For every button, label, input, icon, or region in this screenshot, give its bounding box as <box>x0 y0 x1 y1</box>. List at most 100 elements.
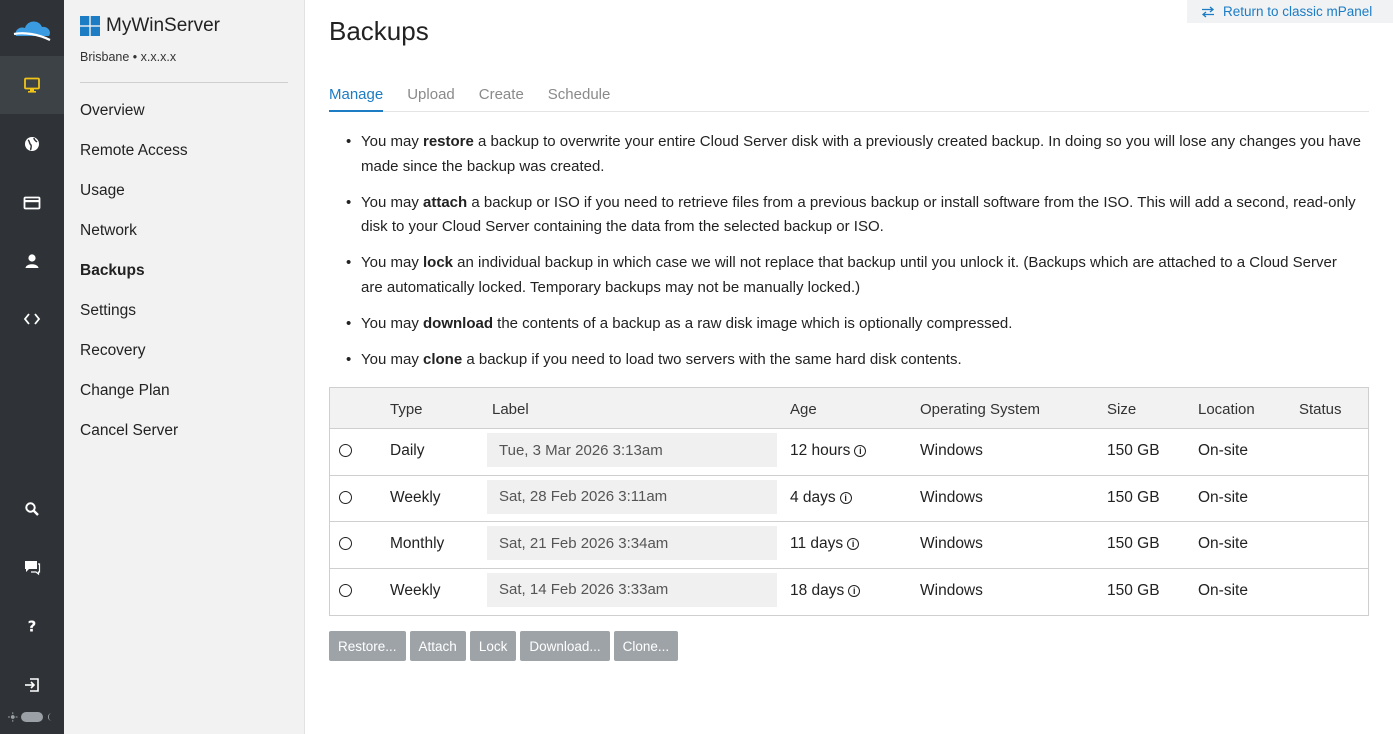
cell-os: Windows <box>920 581 983 599</box>
lock-button[interactable]: Lock <box>469 631 517 661</box>
svg-text:?: ? <box>28 618 37 636</box>
rail-search-button[interactable] <box>0 480 64 538</box>
header-type: Type <box>390 401 423 418</box>
row-select-radio[interactable] <box>339 444 352 457</box>
info-icon[interactable]: i <box>854 445 867 457</box>
toggle-track <box>20 712 44 722</box>
backup-actions: Restore... Attach Lock Download... Clone… <box>329 631 679 661</box>
table-row[interactable]: Daily Tue, 3 Mar 2026 3:13am 12 hours i W… <box>330 429 1368 476</box>
backups-table: Type Label Age Operating System Size Loc… <box>329 387 1369 616</box>
tab-manage[interactable]: Manage <box>329 86 384 112</box>
cell-size: 150 GB <box>1107 442 1160 459</box>
info-item-attach: You may attach a backup or ISO if you ne… <box>346 191 1361 240</box>
clone-button[interactable]: Clone... <box>613 631 679 661</box>
swap-arrows-icon <box>1201 6 1215 17</box>
rail-help-button[interactable]: ? <box>0 597 64 655</box>
nav-item-backups[interactable]: Backups <box>80 261 188 301</box>
cell-size: 150 GB <box>1107 581 1160 599</box>
cell-size: 150 GB <box>1107 535 1160 552</box>
cell-type: Daily <box>390 442 425 459</box>
page-title: Backups <box>329 16 429 46</box>
info-icon[interactable]: i <box>839 491 852 504</box>
nav-item-usage[interactable]: Usage <box>80 181 188 221</box>
nav-item-cancel-server[interactable]: Cancel Server <box>80 421 188 461</box>
backup-label-input[interactable]: Tue, 3 Mar 2026 3:13am <box>487 433 777 467</box>
row-select-radio[interactable] <box>339 490 352 504</box>
moon-icon <box>48 713 53 721</box>
table-row[interactable]: Monthly Sat, 21 Feb 2026 3:34am 11 days i… <box>330 522 1368 569</box>
theme-toggle[interactable] <box>8 710 56 724</box>
nav-item-change-plan[interactable]: Change Plan <box>80 381 188 421</box>
cell-location: On-site <box>1198 442 1248 459</box>
info-item-lock: You may lock an individual backup in whi… <box>346 251 1361 300</box>
cell-age: 4 days i <box>790 489 852 507</box>
cell-age: 12 hours i <box>790 442 867 460</box>
help-icon: ? <box>28 618 37 636</box>
cloud-logo-icon[interactable] <box>12 14 52 42</box>
table-row[interactable]: Weekly Sat, 28 Feb 2026 3:11am 4 days i W… <box>330 476 1368 522</box>
nav-item-network[interactable]: Network <box>80 221 188 261</box>
info-item-download: You may download the contents of a backu… <box>346 312 1361 337</box>
tab-create[interactable]: Create <box>479 86 524 112</box>
server-location: Brisbane • x.x.x.x <box>80 50 177 64</box>
header-age: Age <box>790 401 817 418</box>
nav-item-recovery[interactable]: Recovery <box>80 341 188 381</box>
cell-type: Weekly <box>390 488 441 506</box>
cell-os: Windows <box>920 442 983 459</box>
rail-developer-button[interactable] <box>0 290 64 348</box>
cell-os: Windows <box>920 535 983 552</box>
header-os: Operating System <box>920 401 1041 418</box>
header-status: Status <box>1299 401 1342 418</box>
monitor-icon <box>24 77 40 93</box>
backup-label-input[interactable]: Sat, 21 Feb 2026 3:34am <box>487 526 777 560</box>
rail-servers-button[interactable] <box>0 56 64 114</box>
sidebar-divider <box>80 82 288 83</box>
cell-type: Weekly <box>390 581 441 599</box>
backup-label-input[interactable]: Sat, 28 Feb 2026 3:11am <box>487 479 777 514</box>
info-icon[interactable]: i <box>848 584 861 597</box>
cell-age: 18 days i <box>790 582 861 600</box>
sun-icon <box>8 712 18 722</box>
server-header: MyWinServer <box>80 15 220 37</box>
attach-button[interactable]: Attach <box>409 631 466 661</box>
nav-item-overview[interactable]: Overview <box>80 101 188 141</box>
tab-upload[interactable]: Upload <box>407 86 455 112</box>
backup-tabs: Manage Upload Create Schedule <box>329 86 1369 112</box>
return-classic-link[interactable]: Return to classic mPanel <box>1187 0 1393 23</box>
row-select-radio[interactable] <box>339 537 352 550</box>
cell-type: Monthly <box>390 535 445 552</box>
nav-item-remote-access[interactable]: Remote Access <box>80 141 188 181</box>
cell-location: On-site <box>1198 581 1248 599</box>
rail-chat-button[interactable] <box>0 538 64 596</box>
rail-domains-button[interactable] <box>0 115 64 173</box>
cell-location: On-site <box>1198 488 1248 506</box>
rail-billing-button[interactable] <box>0 174 64 232</box>
cell-os: Windows <box>920 488 983 506</box>
server-sidebar: MyWinServer Brisbane • x.x.x.x Overview … <box>64 0 305 734</box>
rail-logout-button[interactable] <box>0 656 64 714</box>
rail-account-button[interactable] <box>0 232 64 290</box>
logout-icon <box>25 678 39 692</box>
code-icon <box>23 313 41 325</box>
header-size: Size <box>1107 401 1137 418</box>
tab-schedule[interactable]: Schedule <box>548 86 611 112</box>
table-row[interactable]: Weekly Sat, 14 Feb 2026 3:33am 18 days i … <box>330 569 1368 616</box>
info-icon[interactable]: i <box>847 538 860 550</box>
backup-info-list: You may restore a backup to overwrite yo… <box>346 130 1361 384</box>
nav-item-settings[interactable]: Settings <box>80 301 188 341</box>
globe-icon <box>25 137 39 151</box>
download-button[interactable]: Download... <box>520 631 610 661</box>
info-item-clone: You may clone a backup if you need to lo… <box>346 348 1361 373</box>
info-item-restore: You may restore a backup to overwrite yo… <box>346 130 1361 179</box>
cell-size: 150 GB <box>1107 488 1160 506</box>
backup-label-input[interactable]: Sat, 14 Feb 2026 3:33am <box>487 572 777 607</box>
header-label: Label <box>492 401 529 418</box>
cell-age: 11 days i <box>790 535 860 553</box>
server-nav: Overview Remote Access Usage Network Bac… <box>80 101 188 461</box>
row-select-radio[interactable] <box>339 583 352 597</box>
credit-card-icon <box>23 196 41 210</box>
windows-logo-icon <box>80 16 100 36</box>
chat-icon <box>25 561 41 576</box>
server-name: MyWinServer <box>106 15 221 36</box>
restore-button[interactable]: Restore... <box>329 631 406 661</box>
